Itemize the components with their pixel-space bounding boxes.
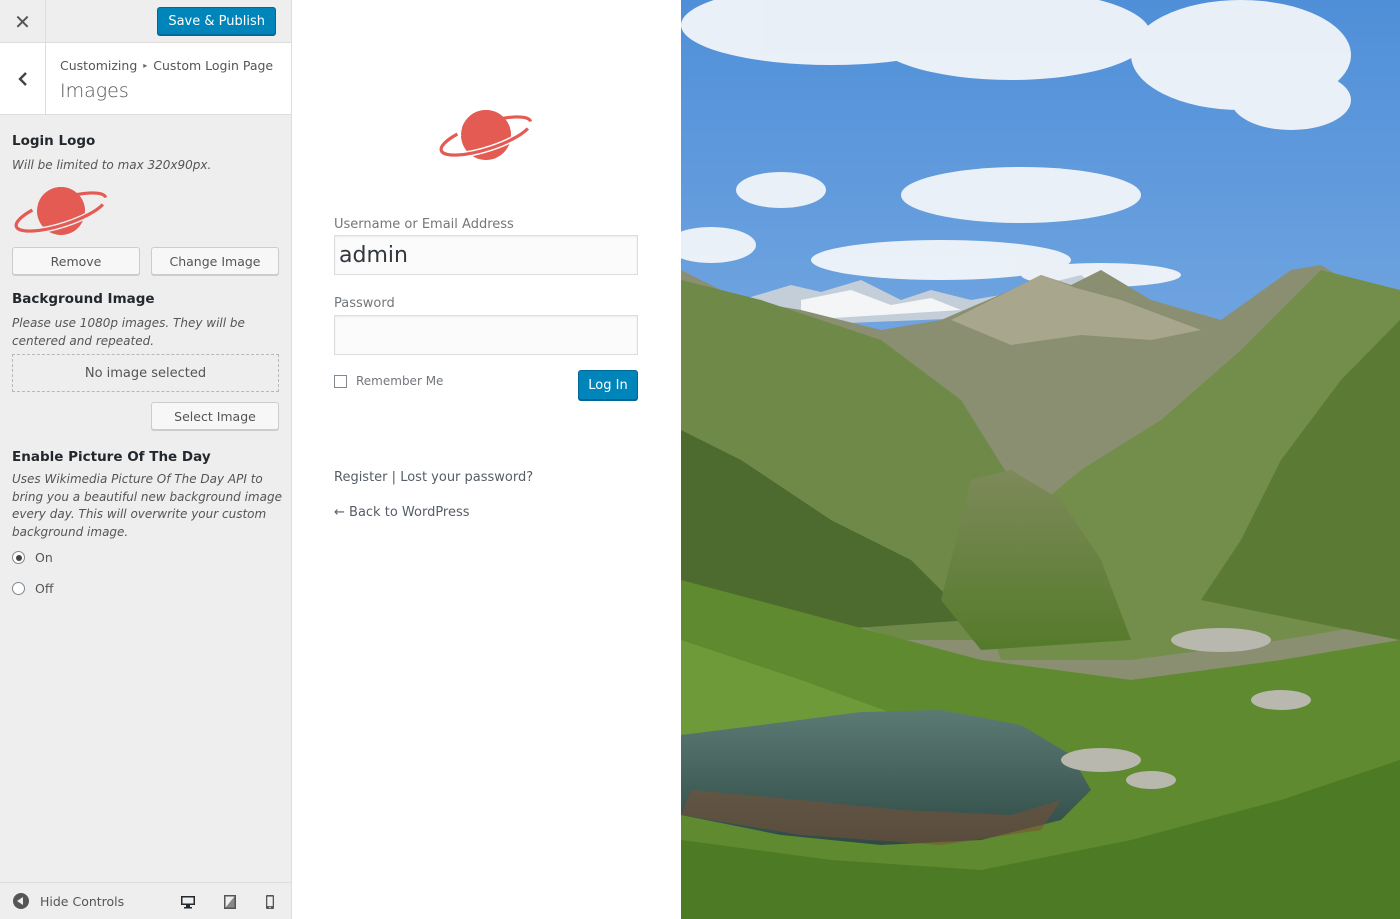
- login-nav-links: Register | Lost your password?: [334, 470, 533, 485]
- back-to-site-link[interactable]: ← Back to WordPress: [334, 505, 470, 520]
- username-label: Username or Email Address: [334, 217, 514, 232]
- customizer-header: ✕ Save & Publish: [0, 0, 291, 43]
- radio-on[interactable]: On: [12, 550, 53, 565]
- remember-me-checkbox[interactable]: [334, 374, 347, 388]
- picture-of-day-description: Uses Wikimedia Picture Of The Day API to…: [12, 472, 282, 539]
- link-separator: |: [391, 470, 397, 485]
- background-image-title: Background Image: [12, 291, 155, 307]
- picture-of-day-control: Enable Picture Of The Day Uses Wikimedia…: [0, 449, 291, 596]
- close-icon[interactable]: ✕: [0, 0, 46, 43]
- tablet-icon[interactable]: [222, 894, 238, 910]
- customizer-sidebar: ✕ Save & Publish Customizing ▸ Custom Logi…: [0, 0, 292, 919]
- radio-off[interactable]: Off: [12, 581, 53, 596]
- select-image-button[interactable]: Select Image: [151, 402, 279, 430]
- customizer-footer: Hide Controls: [0, 882, 291, 919]
- remember-me-label: Remember Me: [356, 374, 444, 388]
- desktop-icon[interactable]: [180, 894, 196, 910]
- radio-off-label: Off: [35, 581, 54, 596]
- hide-controls-button[interactable]: Hide Controls: [13, 893, 124, 909]
- planet-icon: [13, 186, 109, 235]
- planet-logo-icon[interactable]: [437, 104, 535, 166]
- chevron-left-icon: [17, 71, 27, 86]
- radio-on-button[interactable]: [12, 551, 25, 564]
- section-title: Images: [60, 80, 129, 102]
- no-image-placeholder: No image selected: [12, 354, 279, 392]
- collapse-icon: [13, 893, 29, 909]
- breadcrumb-separator: ▸: [143, 61, 148, 70]
- login-preview: Username or Email Address Password Remem…: [292, 0, 681, 919]
- login-logo-description: Will be limited to max 320x90px.: [12, 158, 212, 172]
- login-background-image: [681, 0, 1400, 919]
- remember-me[interactable]: Remember Me: [334, 374, 443, 388]
- remove-logo-button[interactable]: Remove: [12, 247, 140, 275]
- back-icon[interactable]: [0, 43, 46, 114]
- section-header: Customizing ▸ Custom Login Page Images: [0, 43, 291, 115]
- mobile-icon[interactable]: [262, 894, 278, 910]
- login-logo-title: Login Logo: [12, 133, 96, 149]
- save-publish-button[interactable]: Save & Publish: [157, 7, 276, 35]
- breadcrumb: Customizing ▸ Custom Login Page: [60, 58, 273, 73]
- radio-on-label: On: [35, 550, 53, 565]
- login-logo-control: Login Logo Will be limited to max 320x90…: [0, 133, 291, 275]
- background-image-description: Please use 1080p images. They will be ce…: [12, 316, 245, 348]
- password-label: Password: [334, 296, 395, 311]
- password-input[interactable]: [334, 315, 638, 355]
- change-image-button[interactable]: Change Image: [151, 247, 279, 275]
- radio-off-button[interactable]: [12, 582, 25, 595]
- picture-of-day-title: Enable Picture Of The Day: [12, 449, 211, 465]
- lost-password-link[interactable]: Lost your password?: [400, 470, 533, 485]
- hide-controls-label: Hide Controls: [40, 893, 125, 909]
- username-input[interactable]: [334, 235, 638, 275]
- breadcrumb-current: Custom Login Page: [153, 58, 274, 73]
- mountain-landscape-image: [681, 0, 1400, 919]
- breadcrumb-root: Customizing: [60, 58, 138, 73]
- login-button[interactable]: Log In: [578, 370, 638, 400]
- register-link[interactable]: Register: [334, 470, 388, 485]
- background-image-control: Background Image Please use 1080p images…: [0, 291, 291, 430]
